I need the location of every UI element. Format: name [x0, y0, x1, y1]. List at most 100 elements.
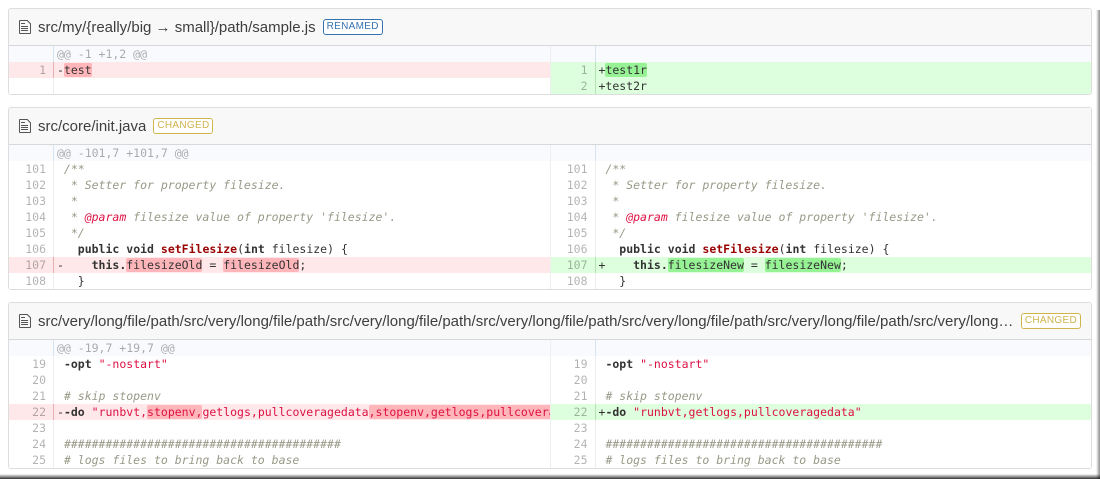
diff-pane-left: @@ -101,7 +101,7 @@ 101 /** 102 * Setter f… [9, 145, 550, 289]
line-number: 105 [550, 225, 596, 241]
line-number: 19 [9, 356, 54, 372]
file-header: src/core/init.java CHANGED [9, 108, 1091, 145]
code-line: public void setFilesize(int filesize) { [54, 241, 550, 257]
diff-row: 106 public void setFilesize(int filesize… [550, 241, 1092, 257]
screenshot-edge-shadow-right [1096, 10, 1100, 479]
code-line: } [596, 273, 1092, 289]
file-status-badge: CHANGED [153, 118, 214, 134]
code-segment: ######################################## [605, 437, 883, 451]
diff-row: 25 # logs files to bring back to base [550, 452, 1092, 468]
diff-row [9, 78, 550, 94]
line-number: 25 [9, 452, 54, 468]
code-segment: = [202, 258, 224, 272]
code-segment: filesize) { [264, 242, 348, 256]
code-line: --do "runbvt,stopenv,getlogs,pullcoverag… [54, 404, 550, 420]
code-segment: * [57, 210, 85, 224]
hunk-header-row: @@ -101,7 +101,7 @@ [9, 145, 550, 161]
code-segment: this. [91, 258, 127, 272]
code-line: * [54, 193, 550, 209]
code-segment: @param [626, 210, 668, 224]
line-number: 23 [550, 420, 596, 436]
code-line: -test [54, 62, 550, 78]
line-number: 107 [550, 257, 596, 273]
diff-row: 104 * @param filesize value of property … [550, 209, 1091, 225]
hunk-header-row [550, 46, 1091, 62]
line-number: 106 [9, 241, 54, 257]
diff-row: 107 + this.filesizeNew = filesizeNew; [550, 257, 1091, 273]
line-number: 101 [550, 161, 596, 177]
line-number [550, 145, 596, 161]
file-icon [19, 118, 31, 134]
code-line: ######################################## [596, 436, 1092, 452]
code-segment: * Setter for property filesize. [598, 178, 827, 192]
file-panel-sample-js: src/my/{really/big → small}/path/sample.… [8, 8, 1092, 95]
file-icon [19, 313, 31, 329]
diff-row: 19 -opt "-nostart" [550, 356, 1091, 372]
diff-pane-left: @@ -19,7 +19,7 @@ 19 -opt "-nostart" 20 21 … [9, 340, 550, 468]
diff-row: 23 [550, 420, 1091, 436]
line-number: 25 [550, 452, 596, 468]
word-diff-highlight: test [63, 63, 92, 77]
file-name: src/very/long/file/path/src/very/long/fi… [38, 312, 1014, 330]
hunk-header-row: @@ -1 +1,2 @@ [9, 46, 550, 62]
line-number: 105 [9, 225, 54, 241]
code-segment: - [57, 258, 92, 272]
hunk-header-row: @@ -19,7 +19,7 @@ [9, 340, 550, 356]
code-segment: void [126, 242, 154, 256]
line-number [9, 145, 54, 161]
hunk-header [596, 145, 1092, 161]
line-number: 23 [9, 420, 54, 436]
diff-row: 105 */ [550, 225, 1092, 241]
code-line: public void setFilesize(int filesize) { [596, 241, 1092, 257]
diff-row: 19 -opt "-nostart" [9, 356, 550, 372]
code-segment: - [57, 405, 64, 419]
code-segment: ( [778, 242, 786, 256]
code-segment: public [77, 242, 120, 256]
file-status-badge: CHANGED [1020, 313, 1081, 329]
word-diff-highlight: ,stopenv,getlogs,pullcoveragedata" [368, 405, 550, 419]
code-segment: int [785, 242, 807, 256]
code-segment: filesize value of property 'filesize'. [126, 210, 397, 224]
code-line: # logs files to bring back to base [596, 452, 1092, 468]
diff-table: @@ -1 +1,2 @@ 1 -test 1 +test1r 2 +test2r [9, 46, 1091, 94]
code-segment: int [244, 242, 265, 256]
line-number [9, 340, 54, 356]
line-number: 107 [9, 257, 54, 273]
code-segment: void [667, 242, 696, 256]
code-segment: # skip stopenv [63, 389, 161, 403]
code-segment: @@ -101,7 +101,7 @@ [57, 146, 189, 160]
diff-row: 102 * Setter for property filesize. [550, 177, 1091, 193]
code-segment: filesize value of property 'filesize'. [667, 210, 938, 224]
code-line: */ [596, 225, 1092, 241]
diff-pane-right: 1 +test1r 2 +test2r [549, 46, 1092, 94]
diff-pane-left: @@ -1 +1,2 @@ 1 -test [9, 46, 550, 94]
line-number: 21 [9, 388, 54, 404]
code-segment: + [598, 258, 634, 272]
code-segment: -opt [63, 357, 92, 371]
line-number: 102 [9, 177, 54, 193]
code-segment: setFilesize [160, 242, 238, 256]
code-segment: */ [598, 226, 627, 240]
code-segment: * Setter for property filesize. [57, 178, 286, 192]
diff-row: 24 #####################################… [550, 436, 1092, 452]
diff-row: 106 public void setFilesize(int filesize… [9, 241, 550, 257]
diff-row: 108 } [9, 273, 550, 289]
code-segment: - [57, 63, 64, 77]
diff-row: 20 [550, 372, 1091, 388]
code-segment: = [743, 258, 765, 272]
code-line: +test2r [596, 78, 1092, 94]
code-segment: @@ -1 +1,2 @@ [57, 47, 148, 61]
diff-row: 22 --do "runbvt,stopenv,getlogs,pullcover… [9, 404, 550, 420]
line-number: 101 [9, 161, 54, 177]
file-header: src/my/{really/big → small}/path/sample.… [9, 9, 1091, 46]
line-number: 21 [550, 388, 596, 404]
word-diff-highlight: filesizeOld [126, 258, 203, 272]
code-line: /** [54, 161, 550, 177]
file-name: src/my/{really/big → small}/path/sample.… [38, 18, 316, 36]
